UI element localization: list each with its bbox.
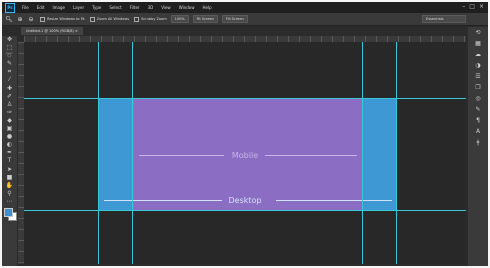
guide-vertical-1[interactable] (98, 42, 99, 264)
guide-vertical-4[interactable] (396, 42, 397, 264)
eyedropper-icon[interactable]: ⁄ (2, 76, 17, 84)
menu-3d[interactable]: 3D (144, 5, 158, 10)
close-button[interactable]: × (479, 3, 484, 10)
window-controls: – □ × (462, 3, 484, 10)
menu-select[interactable]: Select (105, 5, 125, 10)
libraries-icon[interactable]: ☁ (475, 49, 481, 60)
zoom-all-windows-checkbox[interactable]: Zoom All Windows (89, 16, 129, 22)
resize-windows-checkbox[interactable]: Resize Windows to Fit (40, 16, 85, 22)
character-icon[interactable]: A (476, 126, 480, 137)
crop-icon[interactable]: ⌗ (2, 68, 17, 76)
options-bar: 🔍︎ ⊕ ⊖ Resize Windows to Fit Zoom All Wi… (2, 13, 488, 26)
swatches-icon[interactable]: ▦ (475, 38, 481, 49)
fit-screen-button[interactable]: Fit Screen (192, 15, 218, 23)
quick-select-icon[interactable]: ✎ (2, 60, 17, 68)
guide-vertical-2[interactable] (132, 42, 133, 264)
menu-view[interactable]: View (157, 5, 175, 10)
menu-edit[interactable]: Edit (33, 5, 49, 10)
layers-icon[interactable]: ❐ (475, 82, 480, 93)
more-icon[interactable]: ⋯ (2, 198, 17, 206)
eraser-icon[interactable]: ◆ (2, 117, 17, 125)
blur-icon[interactable]: ● (2, 133, 17, 141)
workspace-select[interactable]: Essentials (422, 15, 466, 23)
glyphs-icon[interactable]: ǂ (477, 137, 480, 148)
history-brush-icon[interactable]: ✑ (2, 109, 17, 117)
properties-icon[interactable]: ☰ (475, 71, 480, 82)
photoshop-logo-icon: Ps (5, 2, 15, 13)
paths-icon[interactable]: ✎ (475, 104, 480, 115)
paragraph-icon[interactable]: ¶ (476, 115, 480, 126)
hand-icon[interactable]: ✋ (2, 182, 17, 190)
shape-icon[interactable]: ■ (2, 174, 17, 182)
brush-icon[interactable]: ✐ (2, 93, 17, 101)
photoshop-window: Ps File Edit Image Layer Type Select Fil… (2, 2, 488, 266)
menu-help[interactable]: Help (198, 5, 215, 10)
menu-type[interactable]: Type (88, 5, 105, 10)
history-icon[interactable]: ⟲ (475, 27, 480, 38)
mobile-label: Mobile (231, 151, 259, 160)
menu-window[interactable]: Window (175, 5, 199, 10)
pen-icon[interactable]: ✒ (2, 149, 17, 157)
guide-vertical-3[interactable] (362, 42, 363, 264)
stamp-icon[interactable]: ♙ (2, 101, 17, 109)
menu-layer[interactable]: Layer (69, 5, 88, 10)
menu-file[interactable]: File (18, 5, 33, 10)
move-icon[interactable]: ✥ (2, 36, 17, 44)
foreground-color-swatch[interactable] (3, 207, 13, 217)
adjustments-icon[interactable]: ◑ (475, 60, 480, 71)
maximize-button[interactable]: □ (469, 3, 475, 10)
gradient-icon[interactable]: ▣ (2, 125, 17, 133)
zoom-in-icon[interactable]: ⊕ (16, 16, 24, 23)
channels-icon[interactable]: ◎ (475, 93, 480, 104)
color-swatches[interactable] (3, 207, 17, 221)
marquee-icon[interactable]: ⬚ (2, 44, 17, 52)
zoom-out-icon[interactable]: ⊖ (27, 16, 35, 23)
type-icon[interactable]: T (2, 157, 17, 165)
path-select-icon[interactable]: ➤ (2, 166, 17, 174)
desktop-label: Desktop (228, 196, 262, 205)
scrubby-zoom-checkbox[interactable]: Scrubby Zoom (134, 16, 167, 22)
document-tab[interactable]: Untitled-1 @ 100% (RGB/8) × (21, 27, 83, 35)
zoom-100-button[interactable]: 100% (170, 15, 189, 23)
menu-filter[interactable]: Filter (126, 5, 144, 10)
panel-dock: ⟲ ▦ ☁ ◑ ☰ ❐ ◎ ✎ ¶ A ǂ (468, 27, 488, 266)
tools-panel: ✥ ⬚ ➰ ✎ ⌗ ⁄ ✚ ✐ ♙ ✑ ◆ ▣ ● ◐ ✒ T ➤ ■ ✋ ⚲ … (2, 36, 17, 266)
zoom-icon[interactable]: ⚲ (2, 190, 17, 198)
minimize-button[interactable]: – (462, 3, 465, 10)
lasso-icon[interactable]: ➰ (2, 52, 17, 60)
zoom-tool-icon[interactable]: 🔍︎ (5, 16, 13, 23)
menu-image[interactable]: Image (48, 5, 69, 10)
dodge-icon[interactable]: ◐ (2, 141, 17, 149)
healing-icon[interactable]: ✚ (2, 85, 17, 93)
document-canvas[interactable]: Mobile Desktop (24, 42, 466, 264)
menu-bar: Ps File Edit Image Layer Type Select Fil… (2, 2, 488, 13)
guide-horizontal-1[interactable] (24, 98, 466, 99)
guide-horizontal-2[interactable] (24, 210, 466, 211)
fill-screen-button[interactable]: Fill Screen (221, 15, 248, 23)
